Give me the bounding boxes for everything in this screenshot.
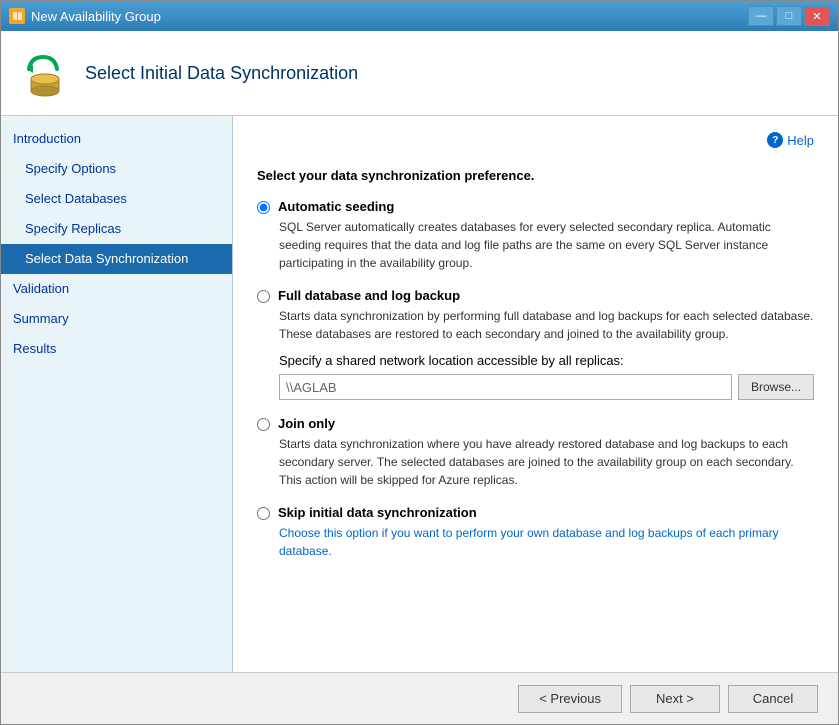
- label-skip-sync[interactable]: Skip initial data synchronization: [278, 505, 477, 520]
- title-bar: New Availability Group — □ ✕: [1, 1, 838, 31]
- option-skip-sync: Skip initial data synchronization Choose…: [257, 505, 814, 560]
- network-location-row: Browse...: [279, 374, 814, 400]
- sidebar-item-summary[interactable]: Summary: [1, 304, 232, 334]
- sidebar: Introduction Specify Options Select Data…: [1, 116, 233, 672]
- sidebar-item-introduction[interactable]: Introduction: [1, 124, 232, 154]
- desc-skip-sync: Choose this option if you want to perfor…: [279, 524, 814, 560]
- title-bar-buttons: — □ ✕: [748, 6, 830, 26]
- network-location-label: Specify a shared network location access…: [279, 353, 814, 368]
- main-window: New Availability Group — □ ✕ Select Init…: [0, 0, 839, 725]
- label-automatic-seeding[interactable]: Automatic seeding: [278, 199, 394, 214]
- radio-automatic-seeding-row[interactable]: Automatic seeding: [257, 199, 814, 214]
- content-area: ? Help Select your data synchronization …: [233, 116, 838, 672]
- minimize-button[interactable]: —: [748, 6, 774, 26]
- maximize-button[interactable]: □: [776, 6, 802, 26]
- desc-automatic-seeding: SQL Server automatically creates databas…: [279, 218, 814, 272]
- sidebar-item-results[interactable]: Results: [1, 334, 232, 364]
- help-link[interactable]: ? Help: [767, 132, 814, 148]
- label-full-backup[interactable]: Full database and log backup: [278, 288, 460, 303]
- option-join-only: Join only Starts data synchronization wh…: [257, 416, 814, 489]
- header-bar: Select Initial Data Synchronization: [1, 31, 838, 116]
- header-icon: [21, 49, 69, 97]
- radio-full-backup[interactable]: [257, 290, 270, 303]
- sidebar-item-specify-replicas[interactable]: Specify Replicas: [1, 214, 232, 244]
- radio-automatic-seeding[interactable]: [257, 201, 270, 214]
- footer: < Previous Next > Cancel: [1, 672, 838, 724]
- next-button[interactable]: Next >: [630, 685, 720, 713]
- label-join-only[interactable]: Join only: [278, 416, 335, 431]
- browse-button[interactable]: Browse...: [738, 374, 814, 400]
- radio-full-backup-row[interactable]: Full database and log backup: [257, 288, 814, 303]
- title-bar-left: New Availability Group: [9, 8, 161, 24]
- window-icon: [9, 8, 25, 24]
- radio-join-only-row[interactable]: Join only: [257, 416, 814, 431]
- option-automatic-seeding: Automatic seeding SQL Server automatical…: [257, 199, 814, 272]
- help-row: ? Help: [257, 132, 814, 160]
- close-button[interactable]: ✕: [804, 6, 830, 26]
- page-title: Select Initial Data Synchronization: [85, 63, 358, 84]
- sidebar-item-select-data-sync[interactable]: Select Data Synchronization: [1, 244, 232, 274]
- desc-full-backup: Starts data synchronization by performin…: [279, 307, 814, 343]
- help-icon: ?: [767, 132, 783, 148]
- cancel-button[interactable]: Cancel: [728, 685, 818, 713]
- sidebar-item-select-databases[interactable]: Select Databases: [1, 184, 232, 214]
- main-content: Introduction Specify Options Select Data…: [1, 116, 838, 672]
- radio-join-only[interactable]: [257, 418, 270, 431]
- option-full-backup: Full database and log backup Starts data…: [257, 288, 814, 400]
- network-path-input[interactable]: [279, 374, 732, 400]
- sidebar-item-specify-options[interactable]: Specify Options: [1, 154, 232, 184]
- previous-button[interactable]: < Previous: [518, 685, 622, 713]
- window-title: New Availability Group: [31, 9, 161, 24]
- content-inner: ? Help Select your data synchronization …: [233, 116, 838, 672]
- desc-join-only: Starts data synchronization where you ha…: [279, 435, 814, 489]
- help-label: Help: [787, 133, 814, 148]
- section-title: Select your data synchronization prefere…: [257, 168, 814, 183]
- radio-skip-sync[interactable]: [257, 507, 270, 520]
- radio-skip-sync-row[interactable]: Skip initial data synchronization: [257, 505, 814, 520]
- sidebar-item-validation[interactable]: Validation: [1, 274, 232, 304]
